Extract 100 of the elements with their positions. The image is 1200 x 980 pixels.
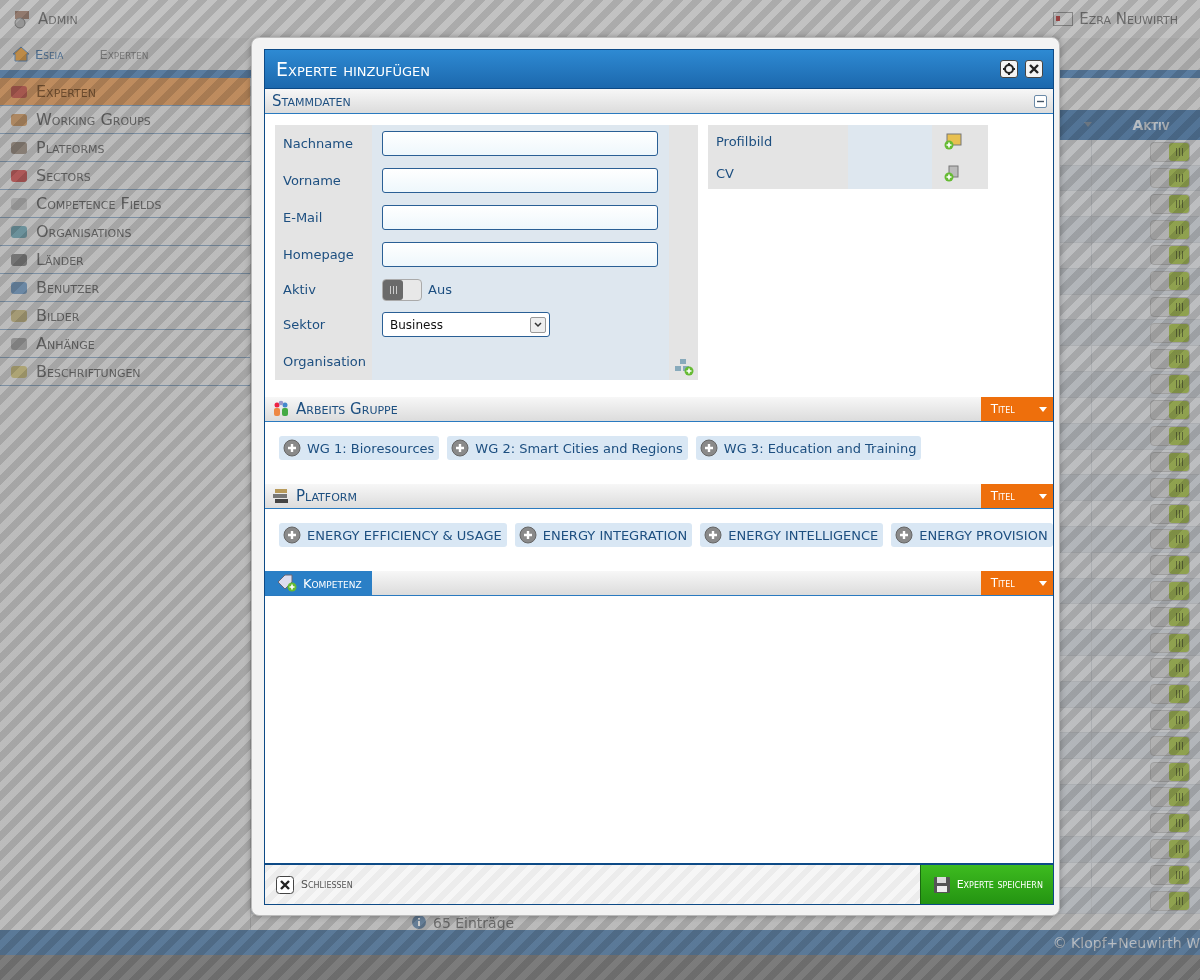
add-chip[interactable]: WG 1: Bioresources: [279, 436, 440, 460]
toggle-switch[interactable]: [1150, 374, 1190, 395]
column-header[interactable]: Aktiv: [1102, 110, 1200, 140]
field-label: Sektor: [283, 317, 326, 332]
sort-dropdown-button[interactable]: Titel: [980, 571, 1053, 595]
add-chip[interactable]: WG 2: Smart Cities and Regions: [447, 436, 688, 460]
copyright-text: © Klopf+Neuwirth W: [1052, 934, 1200, 951]
toggle-switch[interactable]: [1150, 555, 1190, 576]
toggle-switch[interactable]: [1150, 839, 1190, 860]
toggle-switch[interactable]: [1150, 219, 1190, 240]
stack-icon: [272, 487, 290, 505]
sidebar-item[interactable]: Länder: [0, 246, 250, 274]
add-chip[interactable]: ENERGY EFFICIENCY & USAGE: [279, 523, 507, 547]
caret-icon: [1038, 493, 1047, 499]
sidebar-item[interactable]: Sectors: [0, 162, 250, 190]
sidebar-item[interactable]: Working Groups: [0, 106, 250, 134]
sidebar-item[interactable]: Organisations: [0, 218, 250, 246]
toggle-switch[interactable]: [1150, 322, 1190, 343]
sidebar-item[interactable]: Competence Fields: [0, 190, 250, 218]
toggle-switch[interactable]: [1150, 348, 1190, 369]
breadcrumb-link[interactable]: Eseia: [12, 46, 92, 62]
toggle-switch[interactable]: [1150, 529, 1190, 550]
toggle-switch[interactable]: [1150, 581, 1190, 601]
plus-icon: [699, 439, 718, 457]
toggle-switch[interactable]: [1150, 710, 1190, 731]
people-icon: [272, 400, 290, 418]
toggle-switch[interactable]: [382, 278, 422, 301]
user-card-icon: [1053, 12, 1074, 26]
sidebar-item[interactable]: Benutzer: [0, 274, 250, 302]
text-field[interactable]: [382, 242, 658, 267]
menu-icon: [10, 279, 28, 296]
save-button[interactable]: Experte speichern: [919, 865, 1053, 904]
field-label: E-Mail: [283, 210, 323, 225]
admin-icon: [12, 9, 32, 29]
text-field[interactable]: [382, 131, 658, 156]
sidebar-item[interactable]: Beschriftungen: [0, 358, 250, 386]
sidebar-item[interactable]: Anhänge: [0, 330, 250, 358]
menu-icon: [10, 111, 28, 128]
toggle-switch[interactable]: [1150, 684, 1190, 705]
toggle-switch[interactable]: [1150, 193, 1190, 214]
toggle-switch[interactable]: [1150, 451, 1190, 472]
section-title: Stammdaten: [271, 91, 351, 112]
toggle-switch[interactable]: [1150, 271, 1190, 292]
collapse-button[interactable]: [1033, 94, 1047, 108]
upload-button[interactable]: [943, 132, 963, 150]
maximize-button[interactable]: [999, 60, 1018, 78]
close-button[interactable]: [1024, 60, 1043, 78]
menu-icon: [10, 83, 28, 100]
add-chip[interactable]: ENERGY INTEGRATION: [514, 523, 693, 547]
toggle-state-label: Aus: [428, 282, 452, 297]
toggle-switch[interactable]: [1150, 735, 1190, 756]
plus-icon: [283, 439, 301, 457]
sidebar-item[interactable]: Experten: [0, 78, 250, 106]
user-name: Ezra Neuwirth: [1079, 10, 1178, 28]
toggle-switch[interactable]: [1150, 606, 1190, 627]
caret-icon: [1038, 406, 1047, 412]
toggle-switch[interactable]: [1150, 890, 1190, 911]
text-field[interactable]: [382, 205, 658, 230]
toggle-switch[interactable]: [1150, 245, 1190, 266]
toggle-switch[interactable]: [1150, 864, 1190, 885]
plus-icon: [451, 439, 470, 457]
home-icon: [12, 46, 30, 62]
toggle-switch[interactable]: [1150, 297, 1190, 318]
dropdown[interactable]: Business: [382, 312, 550, 337]
menu-icon: [10, 363, 28, 380]
plus-icon: [518, 526, 537, 544]
tag-add-icon: [277, 574, 297, 592]
sort-dropdown-button[interactable]: Titel: [980, 397, 1053, 421]
add-chip[interactable]: ENERGY INTELLIGENCE: [700, 523, 884, 547]
organisation-add-icon[interactable]: [673, 358, 694, 376]
toggle-switch[interactable]: [1150, 477, 1190, 498]
toggle-switch[interactable]: [1150, 426, 1190, 447]
sidebar-item[interactable]: Bilder: [0, 302, 250, 330]
toggle-switch[interactable]: [1150, 813, 1190, 834]
breadcrumb-link[interactable]: Experten: [91, 46, 177, 62]
section-title: Platform: [296, 487, 357, 505]
app-title: Admin: [38, 10, 78, 28]
close-icon: [1028, 64, 1039, 74]
close-icon: [276, 875, 294, 894]
section-title: Arbeits Gruppe: [296, 400, 398, 418]
close-dialog-button[interactable]: Schliessen: [276, 875, 353, 894]
add-chip[interactable]: ENERGY PROVISION: [891, 523, 1053, 547]
file-label: Profilbild: [716, 133, 773, 149]
toggle-switch[interactable]: [1150, 400, 1190, 421]
menu-icon: [10, 195, 28, 212]
sort-dropdown-button[interactable]: Titel: [980, 484, 1053, 508]
sidebar-item[interactable]: Platforms: [0, 134, 250, 162]
toggle-switch[interactable]: [1150, 168, 1190, 188]
toggle-switch[interactable]: [1150, 658, 1190, 679]
menu-icon: [10, 251, 28, 268]
section-tab[interactable]: Kompetenz: [265, 571, 372, 595]
text-field[interactable]: [382, 168, 658, 193]
menu-icon: [10, 335, 28, 352]
toggle-switch[interactable]: [1150, 142, 1190, 163]
toggle-switch[interactable]: [1150, 787, 1190, 808]
entry-count: 65 Einträge: [433, 916, 515, 931]
toggle-switch[interactable]: [1150, 632, 1190, 653]
toggle-switch[interactable]: [1150, 761, 1190, 782]
add-chip[interactable]: WG 3: Education and Training: [695, 436, 922, 460]
toggle-switch[interactable]: [1150, 503, 1190, 524]
